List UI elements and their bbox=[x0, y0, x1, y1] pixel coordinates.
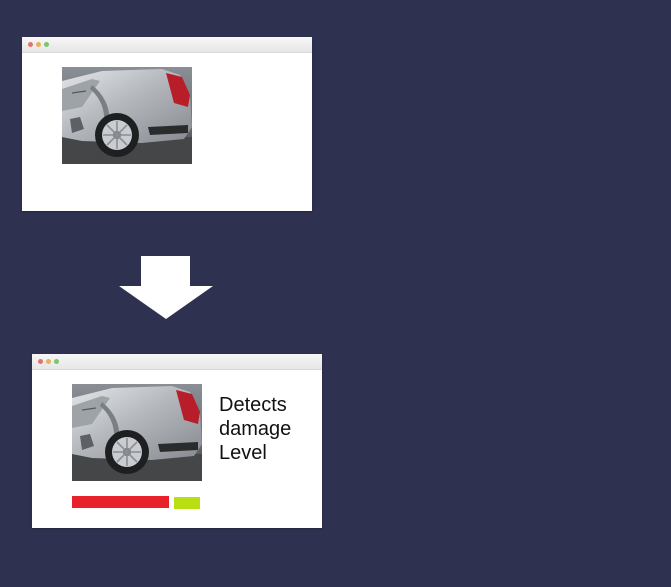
damaged-car-photo bbox=[62, 67, 192, 164]
maximize-dot-icon[interactable] bbox=[54, 359, 59, 364]
down-arrow-icon bbox=[118, 256, 214, 325]
input-window bbox=[22, 37, 312, 211]
maximize-dot-icon[interactable] bbox=[44, 42, 49, 47]
minimize-dot-icon[interactable] bbox=[36, 42, 41, 47]
input-window-titlebar bbox=[22, 37, 312, 53]
damage-detection-caption: Detects damage Level bbox=[219, 393, 319, 465]
caption-line: Level bbox=[219, 442, 267, 464]
car-image-icon bbox=[72, 384, 202, 481]
minimize-dot-icon[interactable] bbox=[46, 359, 51, 364]
close-dot-icon[interactable] bbox=[38, 359, 43, 364]
car-image-icon bbox=[62, 67, 192, 164]
caption-line: damage bbox=[219, 418, 292, 440]
close-dot-icon[interactable] bbox=[28, 42, 33, 47]
caption-line: Detects bbox=[219, 394, 287, 416]
output-window-titlebar bbox=[32, 354, 322, 370]
damage-level-bar-damaged bbox=[72, 496, 169, 508]
analyzed-car-photo bbox=[72, 384, 202, 481]
damage-level-bar-intact bbox=[174, 497, 200, 509]
